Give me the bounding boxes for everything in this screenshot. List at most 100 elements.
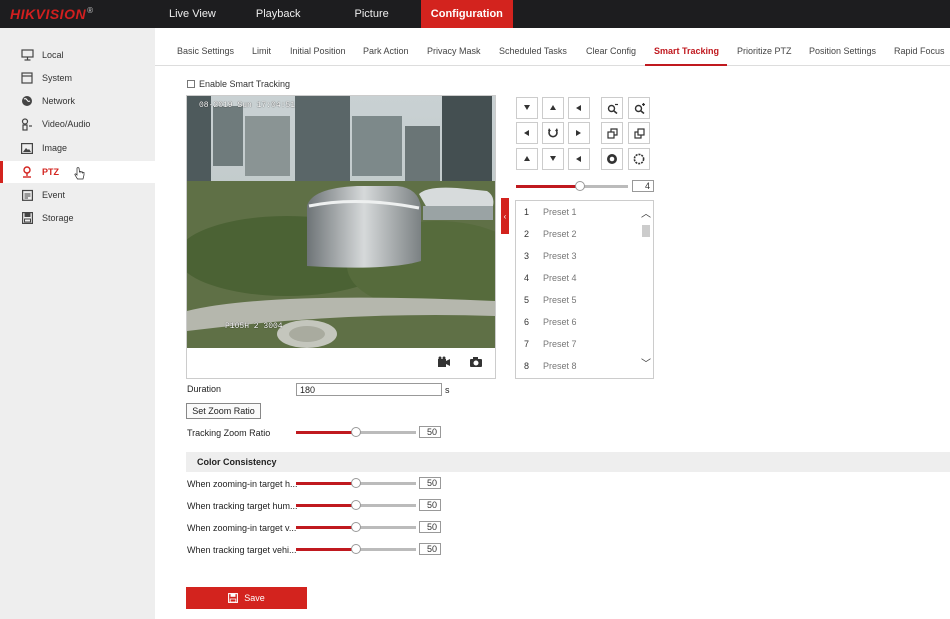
chevron-down-icon[interactable]: ﹀: [640, 359, 652, 371]
record-icon[interactable]: [437, 356, 451, 368]
tab-initial-position[interactable]: Initial Position: [290, 46, 346, 56]
tab-scheduled-tasks[interactable]: Scheduled Tasks: [499, 46, 567, 56]
top-bar: HIKVISION® Live View Playback Picture Co…: [0, 0, 950, 28]
zoom-out-button[interactable]: [601, 97, 623, 119]
live-video-panel: 08-2019 Sun 17:04:51 P105H 2 3004: [186, 95, 496, 379]
nav-configuration[interactable]: Configuration: [420, 0, 513, 28]
video-timestamp: 08-2019 Sun 17:04:51: [199, 101, 296, 110]
list-item[interactable]: 1 Preset 1: [516, 201, 640, 223]
tracking-zoom-ratio-value: 50: [419, 426, 441, 438]
video-toolbar: [187, 348, 495, 378]
tracking-target-human-slider[interactable]: [296, 500, 416, 510]
tracking-target-vehicle-label: When tracking target vehi...: [187, 545, 297, 555]
sidebar-item-ptz[interactable]: PTZ: [0, 161, 155, 183]
slider-handle[interactable]: [351, 500, 361, 510]
preset-number: 5: [524, 295, 530, 305]
sidebar-item-system[interactable]: System: [0, 67, 155, 89]
zoom-out-icon: [607, 103, 618, 114]
tab-rapid-focus[interactable]: Rapid Focus: [894, 46, 945, 56]
iris-open-button[interactable]: [601, 148, 623, 170]
tab-smart-tracking[interactable]: Smart Tracking: [654, 46, 719, 56]
preset-number: 2: [524, 229, 530, 239]
color-consistency-section: Color Consistency: [186, 452, 950, 472]
ptz-down-left-button[interactable]: [516, 148, 538, 170]
slider-handle[interactable]: [351, 544, 361, 554]
tracking-zoom-ratio-label: Tracking Zoom Ratio: [187, 428, 271, 438]
sidebar-item-local[interactable]: Local: [0, 44, 155, 66]
scrollbar-thumb[interactable]: [642, 225, 650, 237]
slider-handle[interactable]: [351, 427, 361, 437]
nav-picture[interactable]: Picture: [341, 0, 421, 28]
ptz-speed-value: 4: [632, 180, 654, 192]
enable-smart-tracking-checkbox[interactable]: [187, 80, 195, 88]
set-zoom-ratio-button[interactable]: Set Zoom Ratio: [186, 403, 261, 419]
ptz-speed-slider[interactable]: [516, 181, 628, 191]
sidebar: Local System Network Video/Audio Image P…: [0, 28, 155, 619]
sidebar-item-storage[interactable]: Storage: [0, 207, 155, 229]
arrow-icon: [576, 156, 581, 162]
tracking-zoom-ratio-slider[interactable]: [296, 427, 416, 437]
slider-handle[interactable]: [351, 522, 361, 532]
save-icon: [228, 593, 239, 603]
ptz-down-button[interactable]: [542, 148, 564, 170]
ptz-left-button[interactable]: [516, 122, 538, 144]
sidebar-item-network[interactable]: Network: [0, 90, 155, 112]
focus-far-button[interactable]: [628, 122, 650, 144]
zoom-in-target-human-slider[interactable]: [296, 478, 416, 488]
ptz-auto-scan-button[interactable]: [542, 122, 564, 144]
top-nav: Live View Playback Picture Configuration: [155, 0, 513, 28]
iris-close-button[interactable]: [628, 148, 650, 170]
ptz-up-left-button[interactable]: [516, 97, 538, 119]
preset-name: Preset 8: [543, 361, 577, 371]
ptz-up-button[interactable]: [542, 97, 564, 119]
tab-privacy-mask[interactable]: Privacy Mask: [427, 46, 481, 56]
tab-prioritize-ptz[interactable]: Prioritize PTZ: [737, 46, 792, 56]
preset-number: 1: [524, 207, 530, 217]
ptz-right-button[interactable]: [568, 122, 590, 144]
preset-scrollbar[interactable]: ︿ ﹀: [639, 201, 653, 378]
list-item[interactable]: 6 Preset 6: [516, 311, 640, 333]
list-item[interactable]: 5 Preset 5: [516, 289, 640, 311]
preset-name: Preset 5: [543, 295, 577, 305]
sidebar-item-image[interactable]: Image: [0, 137, 155, 159]
list-item[interactable]: 2 Preset 2: [516, 223, 640, 245]
tab-basic-settings[interactable]: Basic Settings: [177, 46, 234, 56]
tab-clear-config[interactable]: Clear Config: [586, 46, 636, 56]
tab-limit[interactable]: Limit: [252, 46, 271, 56]
ptz-down-right-button[interactable]: [568, 148, 590, 170]
slider-fill: [296, 526, 356, 529]
nav-live-view[interactable]: Live View: [155, 0, 246, 28]
tracking-target-vehicle-slider[interactable]: [296, 544, 416, 554]
nav-playback[interactable]: Playback: [246, 0, 341, 28]
live-video[interactable]: 08-2019 Sun 17:04:51 P105H 2 3004: [187, 96, 495, 348]
focus-near-button[interactable]: [601, 122, 623, 144]
chevron-up-icon[interactable]: ︿: [640, 209, 652, 221]
slider-fill: [296, 548, 356, 551]
snapshot-icon[interactable]: [469, 356, 483, 368]
slider-handle[interactable]: [351, 478, 361, 488]
arrow-icon: [524, 105, 530, 110]
brand-logo: HIKVISION®: [10, 6, 94, 22]
preset-number: 3: [524, 251, 530, 261]
duration-input[interactable]: [296, 383, 442, 396]
preset-name: Preset 4: [543, 273, 577, 283]
save-button[interactable]: Save: [186, 587, 307, 609]
enable-smart-tracking[interactable]: Enable Smart Tracking: [187, 79, 290, 89]
list-item[interactable]: 3 Preset 3: [516, 245, 640, 267]
ptz-speed-handle[interactable]: [575, 181, 585, 191]
tab-park-action[interactable]: Park Action: [363, 46, 409, 56]
arrow-icon: [524, 156, 530, 161]
sidebar-item-event[interactable]: Event: [0, 184, 155, 206]
ptz-panel-collapse-button[interactable]: ‹: [501, 198, 509, 234]
ptz-speed-fill: [516, 185, 580, 188]
duration-unit: s: [445, 385, 450, 395]
list-item[interactable]: 8 Preset 8: [516, 355, 640, 377]
zoom-in-button[interactable]: [628, 97, 650, 119]
sidebar-item-video-audio[interactable]: Video/Audio: [0, 113, 155, 135]
tab-position-settings[interactable]: Position Settings: [809, 46, 876, 56]
list-item[interactable]: 4 Preset 4: [516, 267, 640, 289]
zoom-in-target-vehicle-slider[interactable]: [296, 522, 416, 532]
preset-name: Preset 2: [543, 229, 577, 239]
ptz-up-right-button[interactable]: [568, 97, 590, 119]
list-item[interactable]: 7 Preset 7: [516, 333, 640, 355]
